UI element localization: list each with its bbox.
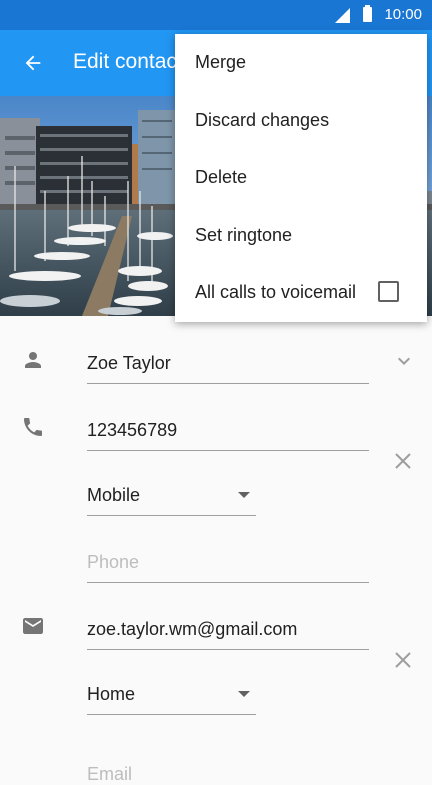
new-phone-field[interactable]: Phone [87,537,369,583]
email-field[interactable]: zoe.taylor.wm@gmail.com [87,604,369,650]
menu-item-set-ringtone[interactable]: Set ringtone [175,207,427,265]
remove-phone-button[interactable] [388,446,418,476]
menu-item-label: All calls to voicemail [195,282,357,302]
menu-item-all-calls-to-voicemail[interactable]: All calls to voicemail [175,264,427,322]
menu-item-label: Discard changes [195,110,330,130]
menu-item-discard-changes[interactable]: Discard changes [175,92,427,150]
dropdown-arrow-icon [238,492,250,498]
overflow-menu: Merge Discard changes Delete Set rington… [175,34,427,322]
back-button[interactable] [10,40,56,86]
remove-email-button[interactable] [388,645,418,675]
phone-type-dropdown[interactable]: Mobile [87,470,256,516]
menu-item-merge[interactable]: Merge [175,34,427,92]
new-email-field[interactable]: Email [87,738,369,784]
new-email-placeholder: Email [87,764,133,784]
arrow-back-icon [25,55,41,71]
menu-item-label: Set ringtone [195,225,293,245]
status-bar: 10:00 [0,0,432,30]
email-icon [21,614,45,638]
close-icon [395,652,411,668]
signal-icon [335,8,350,23]
email-type-value: Home [87,684,136,704]
phone-icon [21,415,45,439]
expand-more-icon[interactable] [392,349,416,373]
voicemail-checkbox[interactable] [378,281,399,302]
menu-item-label: Delete [195,167,248,187]
dropdown-arrow-icon [238,691,250,697]
email-value: zoe.taylor.wm@gmail.com [87,619,298,639]
close-icon [395,453,411,469]
menu-item-label: Merge [195,52,247,72]
phone-type-value: Mobile [87,485,141,505]
phone-field[interactable]: 123456789 [87,405,369,451]
menu-item-delete[interactable]: Delete [175,149,427,207]
battery-icon [363,5,372,22]
status-time: 10:00 [384,6,422,23]
name-value: Zoe Taylor [87,353,171,373]
new-phone-placeholder: Phone [87,552,140,572]
name-field[interactable]: Zoe Taylor [87,338,369,384]
email-type-dropdown[interactable]: Home [87,669,256,715]
person-icon [21,348,45,372]
page-title: Edit contact [73,50,183,73]
phone-value: 123456789 [87,420,178,440]
